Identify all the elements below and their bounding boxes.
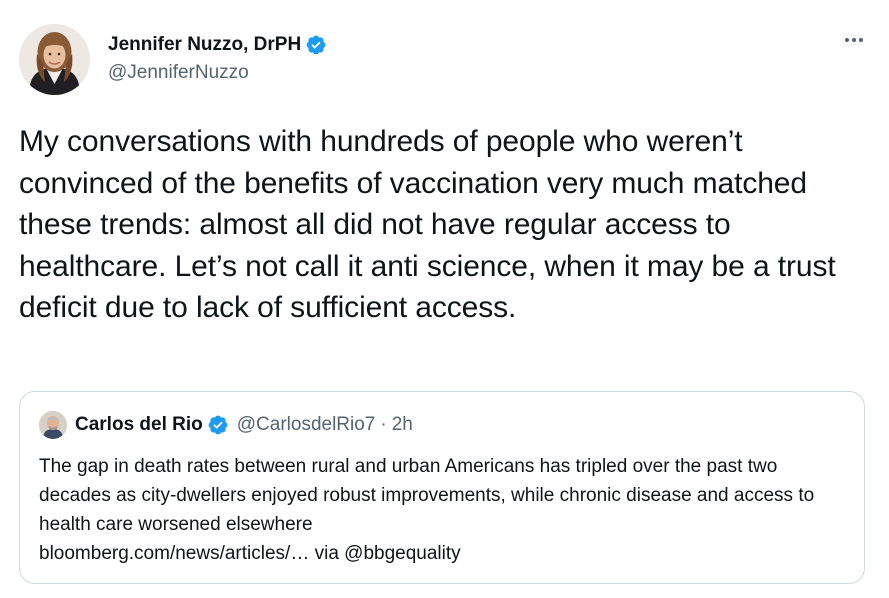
more-horizontal-icon-dot (859, 38, 863, 42)
author-avatar-image (19, 24, 90, 95)
author-avatar[interactable] (19, 24, 90, 95)
author-display-name[interactable]: Jennifer Nuzzo, DrPH (108, 33, 301, 57)
tweet: Jennifer Nuzzo, DrPH @JenniferNuzzo My c… (0, 0, 889, 598)
quoted-header-separator: · (380, 414, 387, 435)
tweet-text: My conversations with hundreds of people… (19, 125, 836, 324)
more-horizontal-icon (845, 38, 849, 42)
author-block: Jennifer Nuzzo, DrPH @JenniferNuzzo (108, 33, 327, 85)
verified-badge-icon (207, 414, 229, 436)
quoted-tweet-text: The gap in death rates between rural and… (39, 452, 849, 568)
verified-badge-icon (305, 34, 327, 56)
quoted-author-handle[interactable]: @CarlosdelRio7 (237, 414, 376, 436)
quoted-author-display-name[interactable]: Carlos del Rio (75, 414, 203, 436)
quoted-tweet-link-line: bloomberg.com/news/articles/… via @bbgeq… (39, 543, 461, 564)
quoted-tweet-card[interactable]: Carlos del Rio @CarlosdelRio7 · 2h The g… (19, 391, 865, 584)
author-handle[interactable]: @JenniferNuzzo (108, 61, 327, 85)
author-name-row: Jennifer Nuzzo, DrPH (108, 33, 327, 57)
more-options-button[interactable] (838, 30, 870, 50)
quoted-author-avatar-image (39, 411, 67, 439)
quoted-author-avatar[interactable] (39, 411, 67, 439)
quoted-tweet-body: The gap in death rates between rural and… (39, 456, 815, 535)
more-horizontal-icon-dot (852, 38, 856, 42)
quoted-tweet-header: Carlos del Rio @CarlosdelRio7 · 2h (39, 411, 413, 439)
quoted-tweet-timestamp[interactable]: 2h (392, 414, 413, 436)
